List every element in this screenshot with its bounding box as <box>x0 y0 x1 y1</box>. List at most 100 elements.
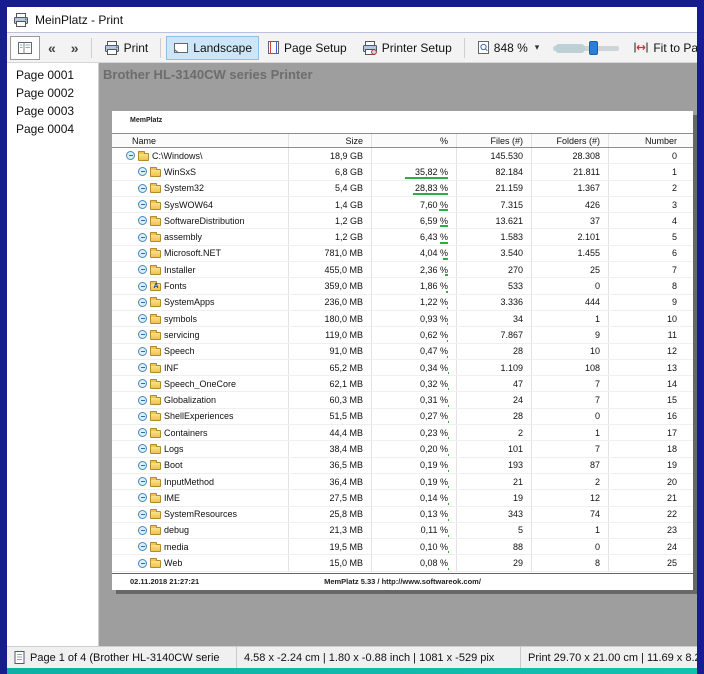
folder-name: SystemApps <box>164 297 215 307</box>
percent-bar <box>439 209 448 211</box>
cell-number: 25 <box>609 555 693 570</box>
cell-percent: 0,08 % <box>372 555 457 570</box>
tree-expander-icon <box>138 493 147 502</box>
zoom-slider[interactable] <box>553 39 619 57</box>
percent-value: 0,47 % <box>420 346 448 356</box>
tree-expander-icon <box>138 412 147 421</box>
percent-value: 0,11 % <box>421 525 448 535</box>
folder-icon <box>150 250 161 258</box>
cell-folders: 28.308 <box>532 148 609 163</box>
folder-name: WinSxS <box>164 167 196 177</box>
status-bar: Page 1 of 4 (Brother HL-3140CW serie 4.5… <box>7 646 697 668</box>
tree-expander-icon <box>138 542 147 551</box>
folder-icon <box>150 316 161 324</box>
tree-expander-icon <box>138 314 147 323</box>
cell-files: 13.621 <box>457 213 532 228</box>
cell-size: 236,0 MB <box>289 295 372 310</box>
folder-icon <box>150 430 161 438</box>
cell-number: 8 <box>609 278 693 293</box>
percent-value: 0,19 % <box>420 460 448 470</box>
cell-number: 20 <box>609 474 693 489</box>
folder-icon <box>150 527 161 535</box>
table-row: Logs 38,4 MB 0,20 % 101 7 18 <box>112 441 693 457</box>
table-row: Containers 44,4 MB 0,23 % 2 1 17 <box>112 425 693 441</box>
document-table: NameSize%Files (#)Folders (#)Number C:\W… <box>112 133 693 572</box>
toolbar-separator <box>464 38 465 58</box>
cell-name: Microsoft.NET <box>112 246 289 261</box>
cell-number: 17 <box>609 425 693 440</box>
table-row: symbols 180,0 MB 0,93 % 34 1 10 <box>112 311 693 327</box>
preview-area: Brother HL-3140CW series Printer MemPlat… <box>99 63 697 646</box>
cell-percent: 0,47 % <box>372 344 457 359</box>
percent-value: 0,08 % <box>420 558 448 568</box>
cell-name: symbols <box>112 311 289 326</box>
table-row: IME 27,5 MB 0,14 % 19 12 21 <box>112 490 693 506</box>
fit-to-page-width-button[interactable]: Fit to Page Wi <box>626 36 697 60</box>
cell-folders: 74 <box>532 507 609 522</box>
tree-expander-icon <box>138 379 147 388</box>
folder-name: System32 <box>164 183 204 193</box>
title-bar: MeinPlatz - Print <box>7 7 697 33</box>
cell-number: 12 <box>609 344 693 359</box>
cell-size: 1,4 GB <box>289 197 372 212</box>
percent-bar <box>413 193 448 195</box>
preview-layout-button[interactable] <box>10 36 40 60</box>
cell-name: Fonts <box>112 278 289 293</box>
folder-icon <box>150 544 161 552</box>
cell-size: 5,4 GB <box>289 181 372 196</box>
print-button[interactable]: Print <box>97 36 156 60</box>
sidebar-page-item[interactable]: Page 0003 <box>7 102 98 120</box>
folder-icon <box>150 446 161 454</box>
cell-files: 101 <box>457 441 532 456</box>
last-page-button[interactable]: » <box>64 36 86 60</box>
cell-files: 47 <box>457 376 532 391</box>
folder-name: SysWOW64 <box>164 200 213 210</box>
folder-icon <box>150 299 161 307</box>
page-setup-button[interactable]: Page Setup <box>260 36 354 60</box>
table-row: SystemApps 236,0 MB 1,22 % 3.336 444 9 <box>112 295 693 311</box>
cell-size: 455,0 MB <box>289 262 372 277</box>
cell-files: 29 <box>457 555 532 570</box>
zoom-slider-handle[interactable] <box>589 41 598 55</box>
tree-expander-icon <box>138 265 147 274</box>
cell-folders: 1.455 <box>532 246 609 261</box>
folder-icon <box>150 381 161 389</box>
print-page: MemPlatz NameSize%Files (#)Folders (#)Nu… <box>112 111 693 590</box>
folder-name: symbols <box>164 314 197 324</box>
cell-folders: 7 <box>532 376 609 391</box>
cell-number: 22 <box>609 507 693 522</box>
percent-value: 0,62 % <box>420 330 448 340</box>
cell-folders: 12 <box>532 490 609 505</box>
cell-number: 1 <box>609 164 693 179</box>
table-row: Speech 91,0 MB 0,47 % 28 10 12 <box>112 344 693 360</box>
sidebar-page-item[interactable]: Page 0002 <box>7 84 98 102</box>
print-icon <box>104 40 120 56</box>
cell-size: 44,4 MB <box>289 425 372 440</box>
folder-name: Fonts <box>164 281 187 291</box>
cell-name: Speech <box>112 344 289 359</box>
folder-name: Installer <box>164 265 196 275</box>
tree-expander-icon <box>138 428 147 437</box>
cell-size: 65,2 MB <box>289 360 372 375</box>
printer-name-label: Brother HL-3140CW series Printer <box>103 67 313 82</box>
cell-files: 7.315 <box>457 197 532 212</box>
zoom-dropdown[interactable]: 848 % ▾ <box>470 36 547 60</box>
cell-folders: 2 <box>532 474 609 489</box>
column-header: Folders (#) <box>532 134 609 147</box>
percent-value: 0,32 % <box>420 379 448 389</box>
cell-percent: 0,34 % <box>372 360 457 375</box>
folder-name: IME <box>164 493 180 503</box>
folder-icon <box>150 185 161 193</box>
cell-name: Speech_OneCore <box>112 376 289 391</box>
sidebar-page-item[interactable]: Page 0004 <box>7 120 98 138</box>
cell-number: 4 <box>609 213 693 228</box>
sidebar-page-item[interactable]: Page 0001 <box>7 66 98 84</box>
landscape-button[interactable]: Landscape <box>166 36 259 60</box>
first-page-button[interactable]: « <box>41 36 63 60</box>
cell-files: 343 <box>457 507 532 522</box>
cell-folders: 10 <box>532 344 609 359</box>
table-row: media 19,5 MB 0,10 % 88 0 24 <box>112 539 693 555</box>
printer-setup-button[interactable]: Printer Setup <box>355 36 459 60</box>
folder-icon <box>138 153 149 161</box>
percent-value: 1,22 % <box>420 297 448 307</box>
